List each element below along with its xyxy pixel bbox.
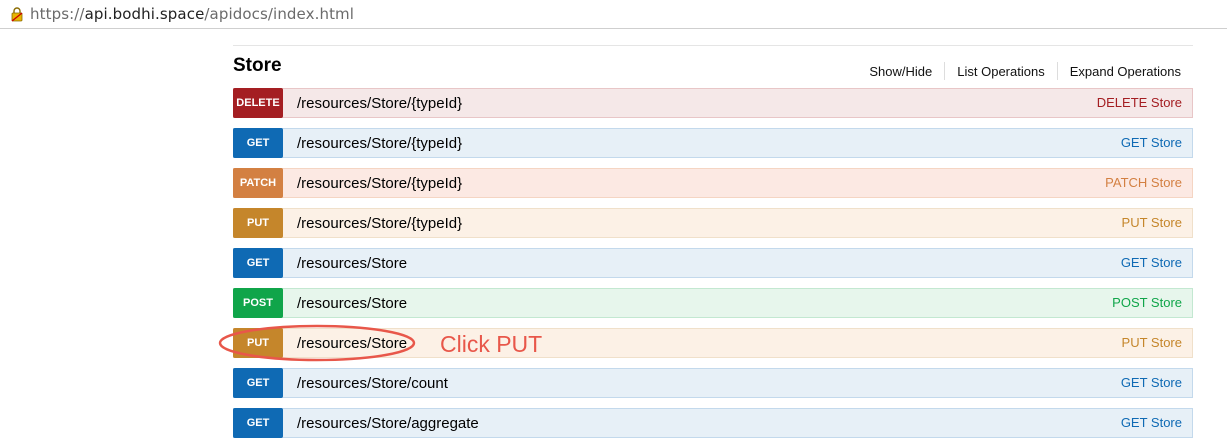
operation-row[interactable]: POST /resources/Store POST Store — [233, 288, 1193, 318]
method-badge[interactable]: PATCH — [233, 168, 283, 198]
operation-summary[interactable]: GET Store — [1121, 415, 1182, 430]
section-links: Show/Hide List Operations Expand Operati… — [869, 62, 1181, 80]
operation-path[interactable]: /resources/Store/count — [297, 375, 448, 392]
operation-summary[interactable]: PUT Store — [1122, 215, 1182, 230]
method-badge[interactable]: GET — [233, 248, 283, 278]
method-badge-put[interactable]: PUT — [233, 328, 283, 358]
section-title: Store — [233, 55, 282, 76]
address-bar[interactable]: https://api.bodhi.space/apidocs/index.ht… — [0, 0, 1227, 29]
operation-path[interactable]: /resources/Store/{typeId} — [297, 95, 462, 112]
url-scheme: https:// — [30, 5, 85, 23]
operation-row-put-store[interactable]: PUT /resources/Store PUT Store — [233, 328, 1193, 358]
operation-path[interactable]: /resources/Store/{typeId} — [297, 215, 462, 232]
method-badge[interactable]: POST — [233, 288, 283, 318]
operation-summary[interactable]: PATCH Store — [1105, 175, 1182, 190]
link-divider — [1056, 62, 1058, 80]
operation-summary[interactable]: GET Store — [1121, 135, 1182, 150]
operations-list: DELETE /resources/Store/{typeId} DELETE … — [233, 88, 1193, 448]
operation-path[interactable]: /resources/Store — [297, 295, 407, 312]
operation-path[interactable]: /resources/Store — [297, 335, 407, 352]
operation-row[interactable]: DELETE /resources/Store/{typeId} DELETE … — [233, 88, 1193, 118]
operation-path[interactable]: /resources/Store/{typeId} — [297, 135, 462, 152]
operation-path[interactable]: /resources/Store/{typeId} — [297, 175, 462, 192]
operation-summary[interactable]: GET Store — [1121, 375, 1182, 390]
cut-off-previous-section — [233, 29, 1193, 39]
operation-path[interactable]: /resources/Store/aggregate — [297, 415, 479, 432]
annotation-text: Click PUT — [440, 331, 543, 357]
link-divider — [944, 62, 946, 80]
method-badge[interactable]: GET — [233, 128, 283, 158]
method-badge[interactable]: DELETE — [233, 88, 283, 118]
operation-row[interactable]: PUT /resources/Store/{typeId} PUT Store — [233, 208, 1193, 238]
url-path: /apidocs/index.html — [204, 5, 355, 23]
operation-summary[interactable]: PUT Store — [1122, 335, 1182, 350]
lock-warning-icon[interactable] — [9, 6, 25, 22]
url-text[interactable]: https://api.bodhi.space/apidocs/index.ht… — [30, 5, 354, 23]
operation-path[interactable]: /resources/Store — [297, 255, 407, 272]
operation-row[interactable]: GET /resources/Store/aggregate GET Store — [233, 408, 1193, 438]
method-badge[interactable]: GET — [233, 408, 283, 438]
list-operations-link[interactable]: List Operations — [957, 64, 1044, 79]
method-badge[interactable]: PUT — [233, 208, 283, 238]
operation-row[interactable]: GET /resources/Store/count GET Store — [233, 368, 1193, 398]
section-divider — [233, 45, 1193, 46]
operation-row[interactable]: GET /resources/Store GET Store — [233, 248, 1193, 278]
method-badge[interactable]: GET — [233, 368, 283, 398]
operation-summary[interactable]: DELETE Store — [1097, 95, 1182, 110]
operation-row[interactable]: GET /resources/Store/{typeId} GET Store — [233, 128, 1193, 158]
url-domain: api.bodhi.space — [84, 5, 205, 23]
operation-summary[interactable]: POST Store — [1112, 295, 1182, 310]
operation-row[interactable]: PATCH /resources/Store/{typeId} PATCH St… — [233, 168, 1193, 198]
show-hide-link[interactable]: Show/Hide — [869, 64, 932, 79]
expand-operations-link[interactable]: Expand Operations — [1070, 64, 1181, 79]
operation-summary[interactable]: GET Store — [1121, 255, 1182, 270]
